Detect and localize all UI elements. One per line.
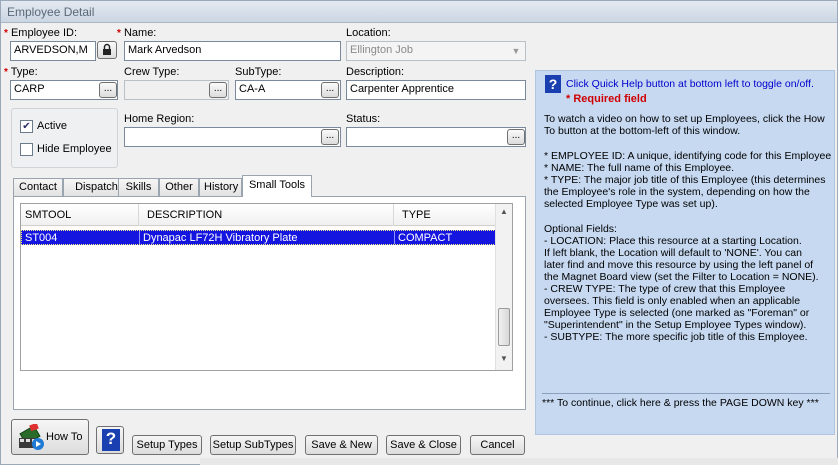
active-checkbox[interactable]: ✔ <box>20 120 33 133</box>
home-region-label: Home Region: <box>124 113 195 125</box>
required-marker: * <box>4 28 8 39</box>
location-select: Ellington Job ▼ <box>346 41 526 61</box>
help-line: "Superintendent" in the Setup Employee T… <box>544 319 807 331</box>
required-marker: * <box>117 28 121 39</box>
scroll-thumb[interactable] <box>498 308 510 346</box>
lock-icon <box>103 43 111 55</box>
tab-skills[interactable]: Skills <box>118 178 159 196</box>
cell-type: COMPACT <box>398 232 453 244</box>
save-new-button[interactable]: Save & New <box>305 435 378 455</box>
column-header-smtool[interactable]: SMTOOL <box>21 204 139 226</box>
type-label: * Type: <box>4 66 38 78</box>
crew-type-lookup-button[interactable]: ... <box>209 82 227 98</box>
required-marker: * <box>4 67 8 78</box>
description-input[interactable]: Carpenter Apprentice <box>346 80 526 100</box>
setup-subtypes-button[interactable]: Setup SubTypes <box>210 435 296 455</box>
cell-smtool: ST004 <box>22 231 140 244</box>
status-lookup-button[interactable]: ... <box>507 129 525 145</box>
column-header-description[interactable]: DESCRIPTION <box>139 204 394 226</box>
small-tools-panel: SMTOOL DESCRIPTION TYPE ST004 Dynapac LF… <box>13 196 526 410</box>
flags-group: ✔ Active Hide Employee <box>11 108 118 168</box>
subtype-lookup-button[interactable]: ... <box>321 82 339 98</box>
help-line: the Employee's role in the system, depen… <box>544 186 810 198</box>
help-line: To watch a video on how to set up Employ… <box>544 113 825 125</box>
location-label: Location: <box>346 27 391 39</box>
tab-history[interactable]: History <box>199 178 242 196</box>
lock-button[interactable] <box>97 41 117 59</box>
cell-description: Dynapac LF72H Vibratory Plate <box>140 231 395 244</box>
help-line: selected Employee Type was set up). <box>544 198 718 210</box>
svg-text:?: ? <box>549 76 558 92</box>
type-label-text: Type: <box>10 66 38 78</box>
window-title: Employee Detail <box>1 1 837 23</box>
cancel-button[interactable]: Cancel <box>470 435 525 455</box>
help-title: Click Quick Help button at bottom left t… <box>566 78 814 90</box>
home-region-lookup-button[interactable]: ... <box>321 129 339 145</box>
name-label-text: Name: <box>123 27 157 39</box>
help-line: * EMPLOYEE ID: A unique, identifying cod… <box>544 150 832 162</box>
help-line: Optional Fields: <box>544 223 617 235</box>
help-line: * NAME: The full name of this Employee. <box>544 162 735 174</box>
video-clapper-icon <box>19 424 44 450</box>
question-icon: ? <box>545 75 561 93</box>
help-line: oversees. This field is only enabled whe… <box>544 295 801 307</box>
hide-employee-label: Hide Employee <box>37 143 112 155</box>
help-required-note: * Required field <box>566 93 647 105</box>
help-line: - SUBTYPE: The more specific job title o… <box>544 331 808 343</box>
help-continue-link[interactable]: *** To continue, click here & press the … <box>542 397 819 409</box>
small-tools-grid: SMTOOL DESCRIPTION TYPE ST004 Dynapac LF… <box>20 203 513 371</box>
how-to-button[interactable]: How To <box>11 419 89 455</box>
home-region-input[interactable] <box>124 127 341 147</box>
employee-id-label: * Employee ID: <box>4 27 77 39</box>
chevron-down-icon: ▼ <box>511 46 521 56</box>
active-label: Active <box>37 120 67 132</box>
help-line: - LOCATION: Place this resource at a sta… <box>544 235 802 247</box>
help-line: Employee Type is selected (one marked as… <box>544 307 810 319</box>
tab-small-tools[interactable]: Small Tools <box>242 175 312 197</box>
quick-help-panel[interactable]: ? Click Quick Help button at bottom left… <box>535 70 835 435</box>
help-line: To button at the bottom-left of this win… <box>544 125 741 137</box>
help-line: - CREW TYPE: The type of crew that this … <box>544 283 786 295</box>
status-input[interactable] <box>346 127 526 147</box>
name-label: * Name: <box>117 27 156 39</box>
grid-header: SMTOOL DESCRIPTION TYPE <box>21 204 496 226</box>
location-value: Ellington Job <box>350 44 413 56</box>
help-divider <box>542 393 830 394</box>
help-line: If left blank, the Location will default… <box>544 247 802 259</box>
help-button-label: ? <box>105 429 117 448</box>
grid-scrollbar[interactable]: ▲ ▼ <box>495 204 512 370</box>
background-window-edge <box>200 458 838 465</box>
table-row[interactable]: ST004 Dynapac LF72H Vibratory Plate COMP… <box>21 230 496 245</box>
subtype-label: SubType: <box>235 66 282 78</box>
setup-types-button[interactable]: Setup Types <box>132 435 202 455</box>
help-line: * TYPE: The major job title of this Empl… <box>544 174 826 186</box>
name-input[interactable]: Mark Arvedson <box>124 41 341 61</box>
tab-other[interactable]: Other <box>159 178 199 196</box>
how-to-label: How To <box>46 431 83 443</box>
help-line: the Magnet Board view (set the Filter to… <box>544 271 819 283</box>
tab-contact[interactable]: Contact <box>13 178 63 196</box>
status-label: Status: <box>346 113 381 125</box>
column-header-type[interactable]: TYPE <box>394 204 496 226</box>
employee-id-input[interactable]: ARVEDSON,M <box>10 41 96 61</box>
save-close-button[interactable]: Save & Close <box>386 435 461 455</box>
type-lookup-button[interactable]: ... <box>99 82 117 98</box>
help-line: later find and move this resource by usi… <box>544 259 814 271</box>
employee-detail-window: Employee Detail * Employee ID: ARVEDSON,… <box>0 0 838 465</box>
scroll-down-icon[interactable]: ▼ <box>499 354 509 364</box>
scroll-up-icon[interactable]: ▲ <box>499 207 509 217</box>
hide-employee-checkbox[interactable] <box>20 143 33 156</box>
crew-type-label: Crew Type: <box>124 66 180 78</box>
quick-help-button[interactable]: ? <box>96 426 124 454</box>
employee-id-label-text: Employee ID: <box>10 27 77 39</box>
description-label: Description: <box>346 66 405 78</box>
